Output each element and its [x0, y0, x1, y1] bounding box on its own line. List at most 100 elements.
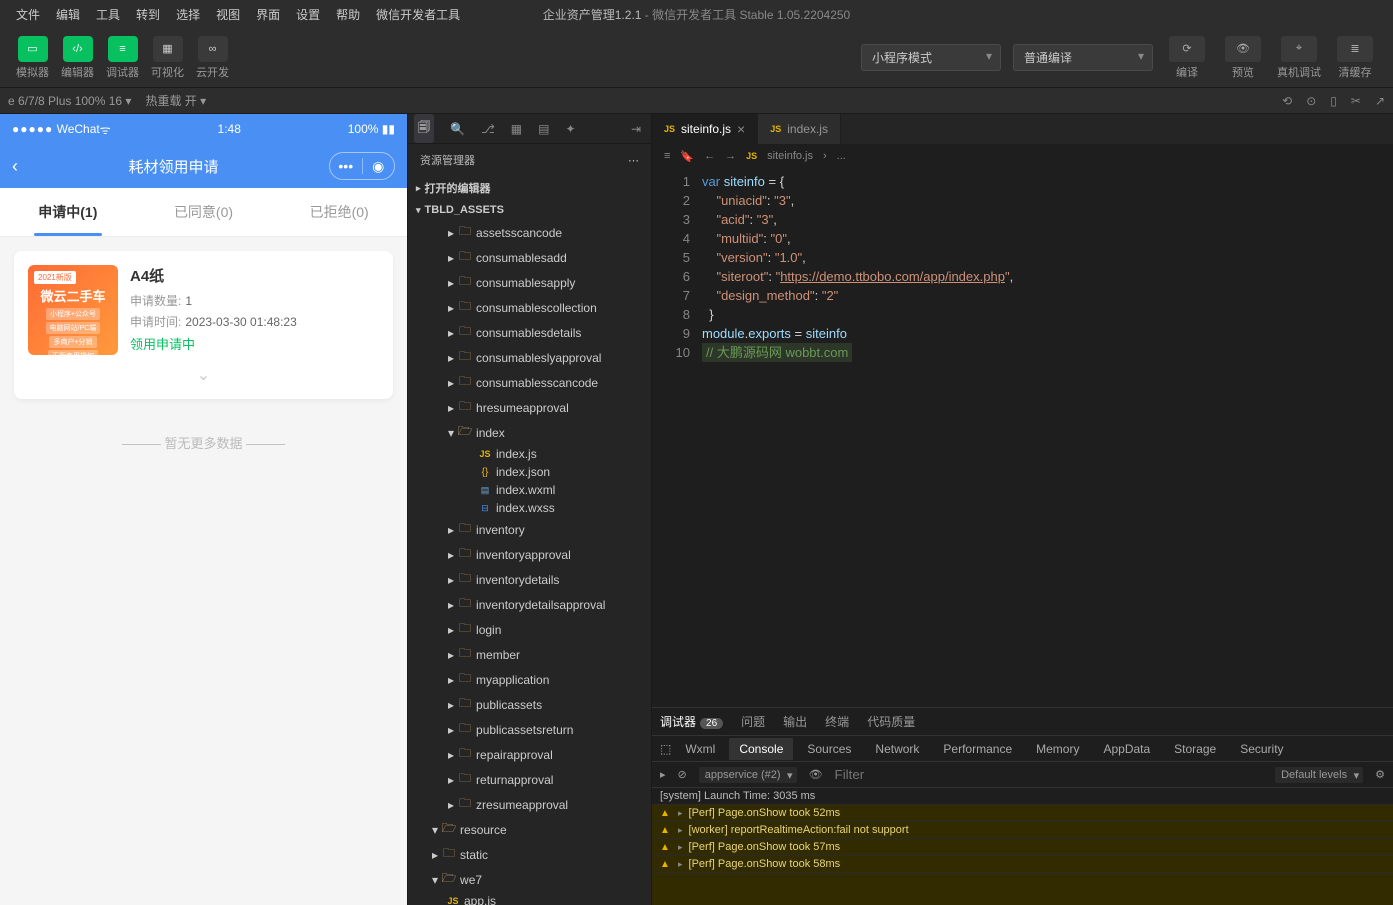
devtab-appdata[interactable]: AppData [1093, 738, 1160, 760]
clear-cache-button[interactable]: ≣清缓存 [1333, 36, 1377, 80]
tree-item-index[interactable]: ▾ 🗁 index [408, 420, 651, 445]
tree-item-index-wxml[interactable]: ▤ index.wxml [408, 481, 651, 499]
console-filter-input[interactable] [835, 767, 1264, 782]
tab-applying[interactable]: 申请中(1) [0, 188, 136, 236]
menu-settings[interactable]: 设置 [288, 2, 328, 27]
menu-devtools[interactable]: 微信开发者工具 [368, 2, 468, 27]
dbg-tab-output[interactable]: 输出 [783, 713, 807, 730]
cut-icon[interactable]: ✂ [1351, 94, 1361, 108]
refresh-icon[interactable]: ⟲ [1282, 94, 1292, 108]
menu-file[interactable]: 文件 [8, 2, 48, 27]
devtab-performance[interactable]: Performance [933, 738, 1022, 760]
forward-icon[interactable]: → [725, 150, 736, 162]
tree-item-returnapproval[interactable]: ▸ 🗀 returnapproval [408, 767, 651, 792]
devtab-wxml[interactable]: Wxml [675, 738, 725, 760]
tree-item-zresumeapproval[interactable]: ▸ 🗀 zresumeapproval [408, 792, 651, 817]
menu-goto[interactable]: 转到 [128, 2, 168, 27]
search-icon[interactable]: 🔍 [450, 122, 465, 136]
devtab-security[interactable]: Security [1230, 738, 1293, 760]
device-icon[interactable]: ▯ [1330, 94, 1337, 108]
tree-item-consumablescollection[interactable]: ▸ 🗀 consumablescollection [408, 295, 651, 320]
arrow-icon[interactable]: ↗ [1375, 94, 1385, 108]
tree-item-member[interactable]: ▸ 🗀 member [408, 642, 651, 667]
menu-dots-icon[interactable]: ••• [330, 158, 362, 174]
file-tree[interactable]: ▸ 🗀 assetsscancode▸ 🗀 consumablesadd▸ 🗀 … [408, 220, 651, 905]
tree-item-myapplication[interactable]: ▸ 🗀 myapplication [408, 667, 651, 692]
project-section[interactable]: ▾TBLD_ASSETS [408, 200, 651, 220]
tree-item-consumablesscancode[interactable]: ▸ 🗀 consumablesscancode [408, 370, 651, 395]
tree-item-app-js[interactable]: JS app.js [408, 892, 651, 905]
tree-item-consumableslyapproval[interactable]: ▸ 🗀 consumableslyapproval [408, 345, 651, 370]
mode-select[interactable]: 小程序模式 [861, 44, 1001, 71]
console-output[interactable]: [system] Launch Time: 3035 ms▲▸[Perf] Pa… [652, 788, 1393, 905]
menu-help[interactable]: 帮助 [328, 2, 368, 27]
menu-select[interactable]: 选择 [168, 2, 208, 27]
devtab-storage[interactable]: Storage [1164, 738, 1226, 760]
eye-icon[interactable]: 👁 [809, 768, 823, 781]
target-icon[interactable]: ◉ [363, 158, 395, 175]
tree-item-hresumeapproval[interactable]: ▸ 🗀 hresumeapproval [408, 395, 651, 420]
spark-icon[interactable]: ✦ [565, 122, 575, 136]
capsule-button[interactable]: ••• ◉ [329, 152, 395, 180]
tab-rejected[interactable]: 已拒绝(0) [271, 188, 407, 236]
debugger-button[interactable]: ≡调试器 [106, 36, 139, 80]
tree-item-publicassets[interactable]: ▸ 🗀 publicassets [408, 692, 651, 717]
dbg-tab-terminal[interactable]: 终端 [825, 713, 849, 730]
cloud-button[interactable]: ∞云开发 [196, 36, 229, 80]
hotreload-toggle[interactable]: 热重载 开 ▾ [145, 92, 206, 109]
layout-icon[interactable]: ▤ [538, 122, 549, 136]
home-icon[interactable]: ⊙ [1306, 94, 1316, 108]
tree-item-inventory[interactable]: ▸ 🗀 inventory [408, 517, 651, 542]
tree-item-inventoryapproval[interactable]: ▸ 🗀 inventoryapproval [408, 542, 651, 567]
simulator-button[interactable]: ▭模拟器 [16, 36, 49, 80]
open-editors-section[interactable]: ▸打开的编辑器 [408, 176, 651, 200]
devtab-network[interactable]: Network [865, 738, 929, 760]
close-icon[interactable]: × [737, 121, 745, 137]
tree-item-consumablesadd[interactable]: ▸ 🗀 consumablesadd [408, 245, 651, 270]
toggle-sidebar-icon[interactable]: ▸ [660, 768, 666, 781]
menu-view[interactable]: 视图 [208, 2, 248, 27]
menu-tools[interactable]: 工具 [88, 2, 128, 27]
tree-item-login[interactable]: ▸ 🗀 login [408, 617, 651, 642]
devtab-memory[interactable]: Memory [1026, 738, 1089, 760]
tree-item-consumablesapply[interactable]: ▸ 🗀 consumablesapply [408, 270, 651, 295]
toggle-icon[interactable]: ⇥ [631, 122, 641, 136]
compile-button[interactable]: ⟳编译 [1165, 36, 1209, 80]
device-debug-button[interactable]: ⌖真机调试 [1277, 36, 1321, 80]
context-select[interactable]: appservice (#2) [699, 767, 797, 783]
dbg-tab-problems[interactable]: 问题 [741, 713, 765, 730]
tree-item-index-json[interactable]: {} index.json [408, 463, 651, 481]
tab-index[interactable]: JS index.js [758, 114, 841, 144]
tree-item-assetsscancode[interactable]: ▸ 🗀 assetsscancode [408, 220, 651, 245]
menu-interface[interactable]: 界面 [248, 2, 288, 27]
extensions-icon[interactable]: ▦ [511, 122, 522, 136]
tree-item-index-wxss[interactable]: ⊟ index.wxss [408, 499, 651, 517]
list-icon[interactable]: ≡ [664, 150, 670, 162]
tree-item-consumablesdetails[interactable]: ▸ 🗀 consumablesdetails [408, 320, 651, 345]
inspect-icon[interactable]: ⬚ [660, 742, 671, 756]
gear-icon[interactable]: ⚙ [1375, 768, 1385, 781]
editor-button[interactable]: ‹/›编辑器 [61, 36, 94, 80]
expand-chevron-icon[interactable]: ⌄ [28, 365, 379, 385]
tree-item-inventorydetailsapproval[interactable]: ▸ 🗀 inventorydetailsapproval [408, 592, 651, 617]
more-icon[interactable]: ⋯ [628, 154, 639, 167]
code-editor[interactable]: 12345678910 var siteinfo = { "uniacid": … [652, 168, 1393, 707]
files-icon[interactable]: 🗐 [414, 114, 434, 143]
clear-console-icon[interactable]: ⊘ [678, 768, 687, 781]
visualize-button[interactable]: ▦可视化 [151, 36, 184, 80]
devtab-console[interactable]: Console [729, 738, 793, 760]
tab-siteinfo[interactable]: JS siteinfo.js × [652, 114, 758, 144]
tree-item-static[interactable]: ▸ 🗀 static [408, 842, 651, 867]
menu-edit[interactable]: 编辑 [48, 2, 88, 27]
tree-item-publicassetsreturn[interactable]: ▸ 🗀 publicassetsreturn [408, 717, 651, 742]
devtab-sources[interactable]: Sources [797, 738, 861, 760]
compile-select[interactable]: 普通编译 [1013, 44, 1153, 71]
bookmark-icon[interactable]: 🔖 [680, 150, 694, 163]
tab-approved[interactable]: 已同意(0) [136, 188, 272, 236]
phone-body[interactable]: 申请中(1) 已同意(0) 已拒绝(0) 2021新版 微云二手车 小程序+公众… [0, 188, 407, 905]
request-card[interactable]: 2021新版 微云二手车 小程序+公众号 电脑网站/PC端 多商户+分销 正版商… [14, 251, 393, 399]
tree-item-repairapproval[interactable]: ▸ 🗀 repairapproval [408, 742, 651, 767]
tree-item-we7[interactable]: ▾ 🗁 we7 [408, 867, 651, 892]
tree-item-resource[interactable]: ▾ 🗁 resource [408, 817, 651, 842]
dbg-tab-debugger[interactable]: 调试器26 [660, 713, 723, 730]
